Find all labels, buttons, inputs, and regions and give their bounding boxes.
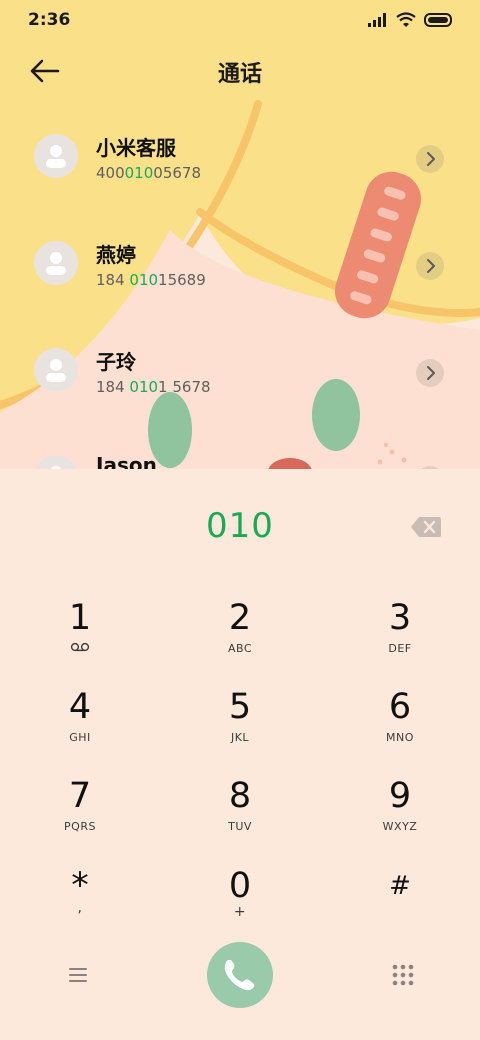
dial-key-8[interactable]: 8 TUV: [180, 776, 300, 856]
battery-icon: [424, 12, 452, 27]
avatar: [34, 241, 78, 285]
page-title: 通话: [217, 62, 262, 87]
status-icons: [368, 12, 454, 27]
header: 通话: [0, 48, 480, 94]
chevron-right-icon: [427, 366, 435, 380]
chevron-right-icon: [427, 152, 435, 166]
voicemail-icon: [70, 642, 90, 652]
contact-row[interactable]: Jason: [0, 433, 480, 470]
dial-key-3[interactable]: 3 DEF: [340, 598, 460, 678]
person-icon: [50, 466, 62, 470]
contact-number: 184 0101 5678: [96, 378, 211, 396]
contact-number: 184 01015689: [96, 271, 206, 289]
signal-icon: [368, 12, 386, 27]
dial-key-5[interactable]: 5 JKL: [180, 687, 300, 767]
avatar: [34, 455, 78, 470]
dial-key-2[interactable]: 2 ABC: [180, 598, 300, 678]
dial-key-7[interactable]: 7 PQRS: [20, 776, 140, 856]
dialpad-toggle-icon[interactable]: [390, 962, 416, 988]
contact-row[interactable]: 子玲 184 0101 5678: [0, 326, 480, 422]
dial-key-6[interactable]: 6 MNO: [340, 687, 460, 767]
chevron-right-icon: [427, 259, 435, 273]
avatar: [34, 134, 78, 178]
person-icon: [46, 145, 66, 168]
dialed-number-display[interactable]: 010: [0, 506, 480, 546]
contact-name: 燕婷: [96, 243, 136, 267]
dial-key-0[interactable]: 0 +: [180, 866, 300, 946]
backspace-icon[interactable]: [410, 516, 442, 538]
status-bar: 2:36: [0, 0, 480, 40]
contact-detail-button[interactable]: [416, 252, 444, 280]
status-time: 2:36: [28, 10, 71, 30]
contact-row[interactable]: 燕婷 184 01015689: [0, 219, 480, 315]
phone-icon: [224, 960, 255, 991]
call-button[interactable]: [207, 942, 273, 1008]
contact-detail-button[interactable]: [416, 359, 444, 387]
dial-key-star[interactable]: * ,: [20, 866, 140, 946]
avatar: [34, 348, 78, 392]
contact-row[interactable]: 小米客服 40001005678: [0, 112, 480, 208]
contact-number: 40001005678: [96, 164, 201, 182]
menu-icon[interactable]: [64, 962, 92, 988]
dial-key-9[interactable]: 9 WXYZ: [340, 776, 460, 856]
wifi-icon: [396, 12, 416, 27]
person-icon: [46, 359, 66, 382]
contact-detail-button[interactable]: [416, 145, 444, 173]
contact-name: 子玲: [96, 350, 136, 374]
dial-key-4[interactable]: 4 GHI: [20, 687, 140, 767]
contact-name: Jason: [96, 453, 157, 470]
dial-key-1[interactable]: 1: [20, 598, 140, 678]
dial-key-hash[interactable]: #: [340, 866, 460, 946]
contact-name: 小米客服: [96, 136, 176, 160]
person-icon: [46, 252, 66, 275]
contact-suggestion-list: 小米客服 40001005678 燕婷 184 01015689 子玲 184 …: [0, 112, 480, 470]
dialer-screen: 2:36 通话 小米客服 40001005678 燕婷 184 01015689…: [0, 0, 480, 1040]
